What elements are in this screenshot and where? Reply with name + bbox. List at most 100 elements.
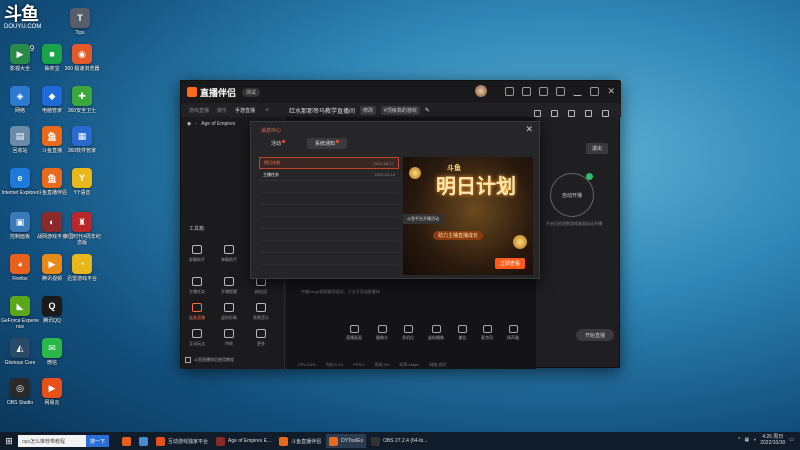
lock-icon[interactable]: ▫ (195, 121, 197, 127)
taskbar-search-input[interactable]: ops怎么推荐带教程 (18, 435, 86, 447)
tool-item[interactable]: 特效 (213, 329, 245, 347)
taskbar-app[interactable]: Age of Empires E... (213, 434, 274, 448)
bottom-tool[interactable]: 美化 (458, 325, 467, 341)
app-icon: 鱼 (42, 126, 62, 146)
eye-icon[interactable]: ◉ (187, 121, 191, 127)
modal-close-icon[interactable]: ✕ (525, 124, 533, 135)
view-now-button[interactable]: 立即查看 (494, 258, 525, 269)
taskbar-app-label: 斗鱼直播伴侣 (291, 438, 322, 445)
skin-icon[interactable] (505, 86, 515, 96)
tool-item[interactable]: 互动玩法 (181, 329, 213, 347)
windows-start-icon[interactable]: ⊞ (2, 432, 16, 450)
tool-item[interactable]: 连麦直播 (181, 303, 213, 321)
message-item[interactable]: 明日计划 2022-08-17 (259, 157, 399, 169)
exit-button[interactable]: 退出 (585, 143, 608, 154)
taskbar-app[interactable] (136, 434, 151, 448)
help-icon (185, 357, 191, 363)
notification-icon[interactable]: ▭ (789, 437, 794, 443)
desktop-shortcut[interactable]: ◉ 360 极速浏览器 (64, 44, 100, 72)
bottom-tool-icon (508, 325, 518, 333)
status-bar: CPU:12% 内存:9.1G FPS:0 丢帧:0% 码率:0kbps 网络:良好 (286, 360, 620, 369)
taskbar-app[interactable]: DYToolEx (326, 434, 367, 448)
douyu-logo-sub: DOUYU.COM (4, 24, 42, 30)
taskbar-search-button[interactable]: 搜一下 (86, 435, 110, 447)
desktop-shortcut-label: 迅雷游戏平台 (66, 276, 97, 282)
mail-icon[interactable] (568, 110, 575, 117)
maximize-icon[interactable] (590, 86, 600, 96)
message-icon[interactable] (522, 86, 532, 96)
desktop-shortcut[interactable]: ▶ 网易云 (34, 378, 70, 406)
titlebar: 直播伴侣 测试 ✕ (181, 81, 621, 103)
category-chip[interactable]: #顶级高的游戏 (381, 106, 420, 115)
chevron-up-icon[interactable]: ^ (738, 437, 740, 443)
bottom-tool[interactable]: 摄像头 (376, 325, 388, 341)
add-tab-icon[interactable]: + (265, 107, 269, 114)
bottom-tool[interactable]: 扬声器 (507, 325, 519, 341)
edit-title-button[interactable]: 修改 (360, 106, 377, 115)
clock[interactable]: 4:26 周日 2022/10/30 (760, 434, 785, 446)
taskbar-app[interactable]: 互动游戏独家平台 (153, 434, 211, 448)
message-list: 明日计划 2022-08-17 主播任务 2022-03-18 (259, 157, 399, 265)
desktop-shortcut[interactable]: Q 腾讯QQ (34, 296, 70, 324)
close-icon[interactable]: ✕ (607, 86, 615, 96)
taskbar-app[interactable]: OBS 27.2.4 (64-bi... (368, 434, 430, 448)
settings-icon[interactable] (539, 86, 549, 96)
desktop-shortcut[interactable]: ▦ 360软件管家 (64, 126, 100, 154)
gift-icon[interactable] (534, 110, 541, 117)
pencil-icon[interactable]: ✎ (425, 107, 430, 114)
douyu-desktop-logo[interactable]: 斗鱼 DOUYU.COM (4, 4, 58, 36)
desktop-shortcut[interactable]: Y YY语音 (64, 168, 100, 196)
desktop-shortcut[interactable]: T Tips (62, 8, 98, 36)
tool-item[interactable]: 背景音乐 (245, 303, 277, 321)
app-icon: ♜ (72, 212, 92, 232)
taskbar-app-icon (139, 436, 149, 446)
game-source-row[interactable]: ◉ ▫ Age of Empires (187, 121, 235, 127)
tool-item[interactable]: 弹幕助手 (213, 245, 245, 263)
desktop-shortcut[interactable]: ♜ 帝国时代4周年纪念版 (63, 212, 101, 246)
bottom-tool[interactable]: 多机位 (402, 325, 414, 341)
tool-icon (192, 245, 202, 254)
taskbar: ⊞ ops怎么推荐带教程 搜一下 互动游戏独家平台 Age of Empires … (0, 432, 800, 450)
taskbar-app[interactable]: 斗鱼直播伴侣 (276, 434, 324, 448)
tool-item[interactable]: 虚拟形象 (213, 303, 245, 321)
app-icon: ▣ (10, 212, 30, 232)
taskbar-app-label: OBS 27.2.4 (64-bi... (383, 438, 428, 444)
tab-entertainment[interactable]: 娱乐 (217, 107, 227, 114)
tool-item[interactable]: 开播提醒 (213, 277, 245, 295)
coin-decoration (513, 235, 527, 249)
bottom-tool[interactable]: 直播画面 (346, 325, 362, 341)
tool-icon (256, 329, 266, 338)
share-icon[interactable] (602, 110, 609, 117)
tutorial-link[interactable]: 斗鱼直播伴侣使用教程 (185, 357, 234, 363)
tool-item[interactable]: 更多 (245, 329, 277, 347)
desktop-shortcut[interactable]: ◣ GeForce Experience (1, 296, 39, 330)
promo-banner[interactable]: 斗鱼 明日计划 助力主播直播成长 斗鱼平台开播活动 立即查看 (403, 157, 533, 275)
avatar[interactable] (475, 85, 488, 97)
status-metric: 内存:9.1G (325, 361, 344, 367)
tool-item[interactable]: 主播任务 (181, 277, 213, 295)
tab-activities[interactable]: 活动 (271, 140, 286, 147)
message-item[interactable]: 主播任务 2022-03-18 (259, 169, 399, 181)
chart-icon[interactable] (551, 110, 558, 117)
tab-system-notice[interactable]: 系统通知 (307, 138, 348, 149)
tab-game[interactable]: 游戏直播 (189, 107, 209, 114)
tool-label: 虚拟形象 (221, 315, 237, 320)
desktop-shortcut[interactable]: ✚ 360安全卫士 (64, 86, 100, 114)
bottom-tool-icon (403, 325, 413, 333)
app-icon: ◉ (72, 44, 92, 64)
bell-icon[interactable] (585, 110, 592, 117)
desktop-shortcut[interactable]: ◔ 迅雷游戏平台 (64, 254, 100, 282)
tool-item[interactable]: 粉丝团 (245, 277, 277, 295)
bottom-tool[interactable]: 虚拟摄像 (428, 325, 444, 341)
desktop-shortcut[interactable]: ✉ 微信 (34, 338, 70, 366)
network-icon[interactable]: ▦ (744, 437, 749, 443)
bottom-tool[interactable]: 麦克风 (481, 325, 493, 341)
menu-icon[interactable] (556, 86, 566, 96)
app-logo-icon (187, 87, 197, 97)
minimize-icon[interactable] (573, 87, 583, 96)
volume-icon[interactable]: ◖ (753, 437, 756, 443)
start-stream-button[interactable]: 开始直播 (576, 329, 614, 341)
tab-mobile[interactable]: 手游直播 (235, 107, 255, 114)
tool-item[interactable]: 屏幕助手 (181, 245, 213, 263)
taskbar-app[interactable] (119, 434, 134, 448)
